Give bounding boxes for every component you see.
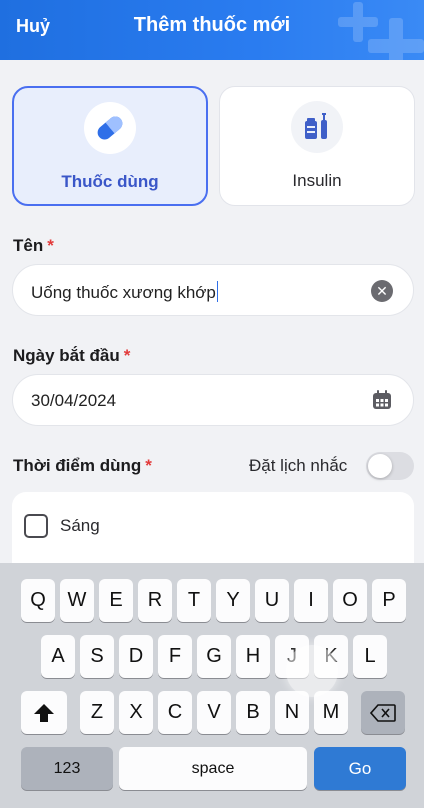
backspace-key[interactable] [361,691,405,734]
go-key[interactable]: Go [314,747,406,790]
calendar-icon[interactable] [371,389,393,411]
key-e[interactable]: E [99,579,133,622]
type-medicine-label: Thuốc dùng [61,172,159,191]
key-w[interactable]: W [60,579,94,622]
key-i[interactable]: I [294,579,328,622]
key-g[interactable]: G [197,635,231,678]
required-mark: * [47,236,54,255]
reminder-toggle[interactable] [366,452,414,480]
key-z[interactable]: Z [80,691,114,734]
start-date-field[interactable]: 30/04/2024 [12,374,414,426]
space-key[interactable]: space [119,747,307,790]
key-u[interactable]: U [255,579,289,622]
key-y[interactable]: Y [216,579,250,622]
type-insulin-label: Insulin [292,171,342,190]
touch-indicator [286,645,338,697]
key-m[interactable]: M [314,691,348,734]
name-value: Uống thuốc xương khớp [31,283,216,302]
backspace-icon [370,703,396,722]
type-medicine-card[interactable]: Thuốc dùng [12,86,208,206]
key-p[interactable]: P [372,579,406,622]
page-title: Thêm thuốc mới [133,14,291,36]
start-date-label: Ngày bắt đầu * [13,346,131,365]
key-s[interactable]: S [80,635,114,678]
key-b[interactable]: B [236,691,270,734]
key-l[interactable]: L [353,635,387,678]
key-a[interactable]: A [41,635,75,678]
reminder-label: Đặt lịch nhắc [249,456,348,475]
key-q[interactable]: Q [21,579,55,622]
key-d[interactable]: D [119,635,153,678]
clear-icon[interactable]: ✕ [371,280,393,302]
key-t[interactable]: T [177,579,211,622]
morning-label: Sáng [60,516,100,535]
shift-key[interactable] [21,691,67,734]
required-mark: * [145,456,152,475]
key-v[interactable]: V [197,691,231,734]
pill-icon [84,102,136,154]
key-x[interactable]: X [119,691,153,734]
toggle-knob [368,454,392,478]
insulin-vial-icon [291,101,343,153]
shift-arrow-icon [34,703,54,722]
key-c[interactable]: C [158,691,192,734]
name-label: Tên * [13,236,54,255]
key-n[interactable]: N [275,691,309,734]
numbers-key[interactable]: 123 [21,747,113,790]
morning-checkbox[interactable] [24,514,48,538]
header-bar: Huỷ Thêm thuốc mới [0,0,424,60]
onscreen-keyboard: Q W E R T Y U I O P A S D F G H J K L Z … [0,563,424,808]
key-r[interactable]: R [138,579,172,622]
text-caret [216,281,219,302]
time-of-use-label: Thời điểm dùng * [13,456,152,475]
key-o[interactable]: O [333,579,367,622]
start-date-value: 30/04/2024 [31,391,117,410]
key-f[interactable]: F [158,635,192,678]
required-mark: * [123,346,131,365]
type-insulin-card[interactable]: Insulin [219,86,415,206]
name-input[interactable]: Uống thuốc xương khớp ✕ [12,264,414,316]
key-h[interactable]: H [236,635,270,678]
